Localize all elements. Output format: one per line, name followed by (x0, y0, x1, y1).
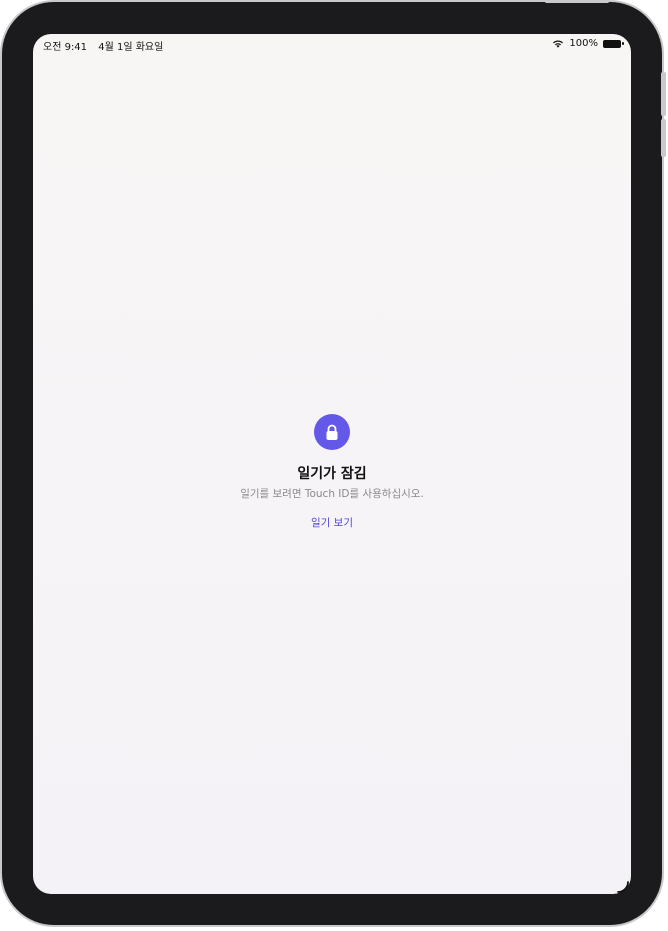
top-button (545, 0, 609, 3)
view-journal-button[interactable]: 일기 보기 (311, 515, 353, 530)
screen: 오전 9:41 4월 1일 화요일 100% 일기가 잠김 일기를 보려면 To… (33, 34, 631, 894)
locked-content: 일기가 잠김 일기를 보려면 Touch ID를 사용하십시오. 일기 보기 (33, 414, 631, 530)
status-left: 오전 9:41 4월 1일 화요일 (43, 38, 163, 53)
locked-title: 일기가 잠김 (297, 466, 367, 482)
corner-indicator-icon (616, 879, 630, 898)
volume-down-button (661, 119, 666, 157)
status-right: 100% (552, 38, 624, 49)
status-time: 오전 9:41 (43, 42, 88, 53)
battery-percent: 100% (569, 38, 598, 49)
lock-icon (314, 414, 350, 450)
locked-subtitle: 일기를 보려면 Touch ID를 사용하십시오. (240, 488, 424, 500)
volume-up-button (661, 72, 666, 116)
status-bar: 오전 9:41 4월 1일 화요일 100% (33, 34, 631, 54)
battery-icon (603, 39, 624, 48)
wifi-icon (552, 39, 564, 48)
status-date: 4월 1일 화요일 (98, 42, 164, 53)
